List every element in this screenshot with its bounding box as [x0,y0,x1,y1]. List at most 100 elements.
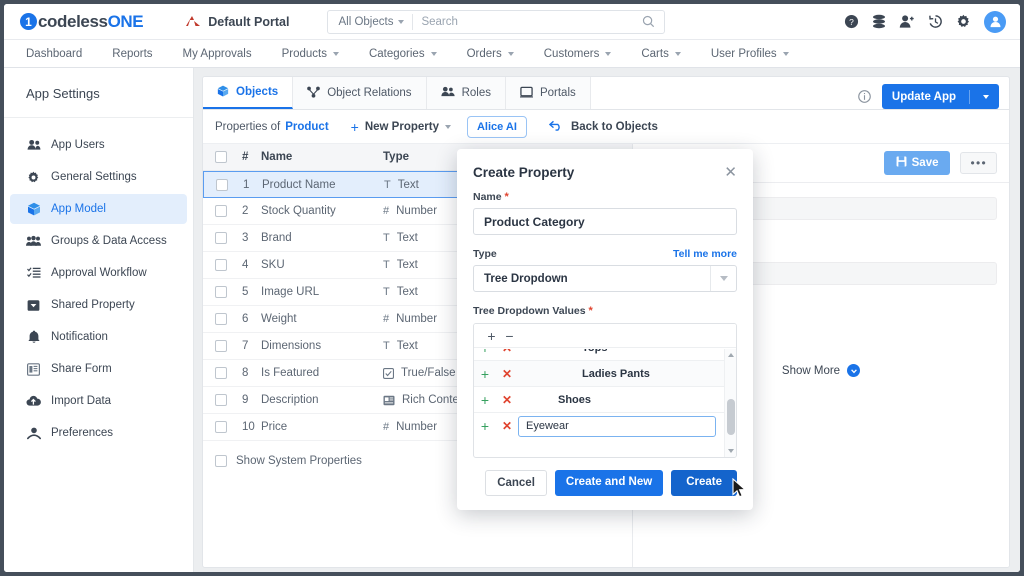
alice-ai-button[interactable]: Alice AI [466,115,527,138]
scroll-up-icon[interactable] [728,353,734,357]
tree-add-button[interactable]: + [485,329,498,343]
app-logo[interactable]: 1 codelessONE [20,12,144,32]
row-delete-icon[interactable]: ✕ [496,367,518,381]
sidebar-item-general-settings[interactable]: General Settings [10,162,187,192]
sidebar-item-label: Preferences [51,427,114,439]
sidebar-list: App Users General Settings App Model Gro… [4,118,193,448]
sidebar-item-shared-property[interactable]: Shared Property [10,290,187,320]
select-all-checkbox[interactable] [215,151,227,163]
row-add-icon[interactable]: + [474,419,496,433]
back-to-objects-button[interactable]: Back to Objects [548,120,658,134]
scroll-down-icon[interactable] [728,449,734,453]
nav-item-categories[interactable]: Categories [369,48,437,60]
portal-name: Default Portal [208,14,290,29]
tree-row[interactable]: + ✕ Ladies Pants [474,361,724,387]
row-delete-icon[interactable]: ✕ [496,393,518,407]
row-add-icon[interactable]: + [474,349,496,355]
chevron-down-icon[interactable] [444,124,451,129]
sidebar-item-app-model[interactable]: App Model [10,194,187,224]
name-label-text: Name [473,191,502,203]
info-icon[interactable] [858,90,871,103]
row-checkbox[interactable] [216,178,228,191]
row-type-label: Rich Conte [402,394,459,406]
database-icon[interactable] [872,14,886,29]
row-delete-icon[interactable]: ✕ [496,349,518,355]
sidebar-item-approval-workflow[interactable]: Approval Workflow [10,258,187,288]
row-delete-icon[interactable]: ✕ [496,419,518,433]
nav-item-user-profiles[interactable]: User Profiles [711,48,789,60]
row-type-label: True/False [401,367,456,379]
row-checkbox[interactable] [215,205,227,217]
history-icon[interactable] [928,14,943,29]
tab-roles[interactable]: Roles [426,77,506,109]
chevron-down-circle-icon [847,364,861,377]
tree-remove-button[interactable]: − [503,329,516,343]
tab-object-relations[interactable]: Object Relations [293,77,427,109]
sidebar-item-label: Import Data [51,395,112,407]
chevron-down-icon[interactable] [710,266,736,291]
sidebar-item-preferences[interactable]: Preferences [10,418,187,448]
sidebar-item-notification[interactable]: Notification [10,322,187,352]
tree-row-editing[interactable]: + ✕ [474,413,724,439]
sidebar-item-share-form[interactable]: Share Form [10,354,187,384]
scrollbar-thumb[interactable] [727,399,735,435]
row-checkbox[interactable] [215,313,227,325]
sidebar-item-label: Notification [51,331,108,343]
row-name: Product Name [262,178,336,191]
row-checkbox[interactable] [215,421,227,433]
gear-icon[interactable] [956,14,971,29]
search-bar[interactable]: All Objects [327,9,666,34]
nav-item-products[interactable]: Products [282,48,339,60]
name-input[interactable] [473,208,737,235]
nav-item-reports[interactable]: Reports [112,48,152,60]
logo-mark-icon: 1 [20,13,37,30]
tree-row[interactable]: + ✕ Tops [474,349,724,361]
row-checkbox[interactable] [215,340,227,352]
portal-logo-icon [185,15,201,28]
row-add-icon[interactable]: + [474,393,496,407]
nav-item-dashboard[interactable]: Dashboard [26,48,82,60]
sidebar-item-groups-data-access[interactable]: Groups & Data Access [10,226,187,256]
show-system-properties-checkbox[interactable] [215,455,227,467]
create-button[interactable]: Create [671,470,737,496]
nav-item-customers[interactable]: Customers [544,48,612,60]
add-user-icon[interactable] [899,14,915,29]
tree-scrollbar[interactable] [724,349,736,457]
tab-objects[interactable]: Objects [203,77,294,109]
more-options-button[interactable]: ••• [960,152,997,174]
nav-item-orders[interactable]: Orders [467,48,514,60]
avatar[interactable] [984,10,1006,33]
cancel-button[interactable]: Cancel [485,470,547,496]
portal-selector[interactable]: Default Portal [185,15,289,29]
search-icon[interactable] [642,15,655,28]
chevron-down-icon[interactable] [983,94,989,99]
new-property-button[interactable]: + New Property [351,119,451,135]
nav-item-carts[interactable]: Carts [641,47,681,60]
nav-item-my-approvals[interactable]: My Approvals [183,48,252,60]
object-name-link[interactable]: Product [285,121,328,133]
update-app-button[interactable]: Update App [881,84,999,109]
create-and-new-button[interactable]: Create and New [554,470,664,496]
search-input[interactable] [413,15,643,28]
help-icon[interactable]: ? [844,14,859,29]
search-scope-dropdown[interactable]: All Objects [328,16,412,28]
row-checkbox[interactable] [215,367,227,379]
sidebar-item-label: Share Form [51,363,112,375]
row-checkbox[interactable] [215,259,227,271]
type-select[interactable]: Tree Dropdown [473,265,737,292]
nav-label: Carts [641,47,669,60]
row-checkbox[interactable] [215,286,227,298]
tree-row[interactable]: + ✕ Shoes [474,387,724,413]
row-type-label: Text [396,232,418,244]
sidebar-item-app-users[interactable]: App Users [10,130,187,160]
preferences-icon [26,427,41,440]
tell-me-more-link[interactable]: Tell me more [673,248,737,260]
close-icon[interactable]: ✕ [724,165,737,180]
tab-portals[interactable]: Portals [505,77,591,109]
row-checkbox[interactable] [215,232,227,244]
sidebar-item-import-data[interactable]: Import Data [10,386,187,416]
save-button[interactable]: Save [883,151,951,175]
row-add-icon[interactable]: + [474,367,496,381]
tree-value-input[interactable] [518,415,716,437]
row-checkbox[interactable] [215,394,227,406]
